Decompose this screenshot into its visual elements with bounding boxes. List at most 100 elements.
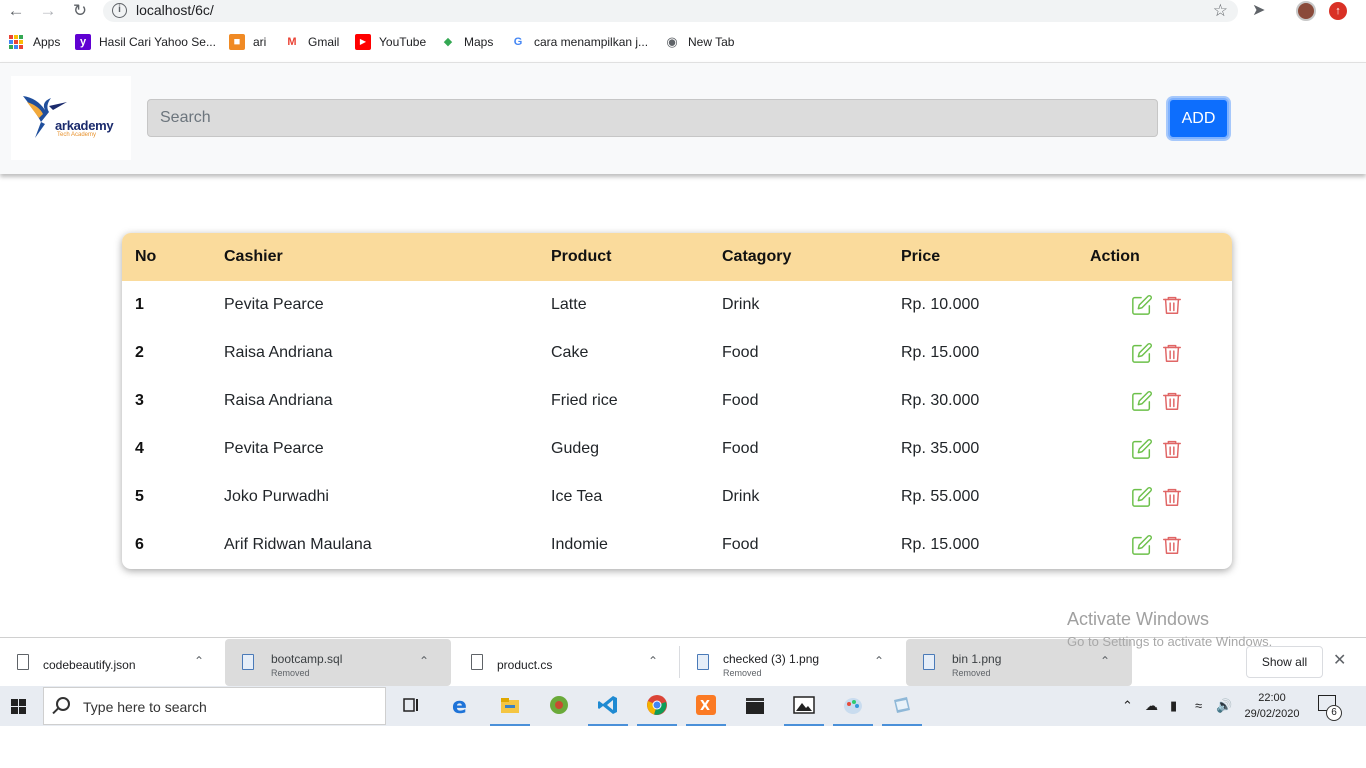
chevron-up-icon[interactable]: ⌃	[1122, 686, 1133, 726]
svg-text:X: X	[700, 699, 710, 714]
edit-icon[interactable]	[1131, 342, 1153, 364]
bookmarks-bar: Apps y Hasil Cari Yahoo Se... ■ ari M Gm…	[0, 30, 1366, 54]
bookmark-maps[interactable]: ◆ Maps	[440, 30, 494, 54]
bookmark-label: Apps	[33, 35, 61, 49]
table-row: 3 Raisa Andriana Fried rice Food Rp. 30.000	[122, 377, 1232, 425]
bookmark-youtube[interactable]: ▶ YouTube	[355, 30, 426, 54]
active-indicator	[784, 724, 824, 726]
file-icon	[242, 654, 254, 670]
taskbar-app-2[interactable]	[879, 686, 925, 726]
vscode-icon	[598, 696, 617, 714]
trash-icon[interactable]	[1161, 486, 1183, 508]
forward-icon[interactable]: →	[36, 0, 60, 22]
taskbar-paint[interactable]	[830, 686, 876, 726]
wifi-icon[interactable]: ≈	[1195, 686, 1202, 726]
apps-grid-icon	[9, 35, 23, 49]
bookmark-new-tab[interactable]: ◉ New Tab	[664, 30, 734, 54]
taskbar-xampp[interactable]: X	[683, 686, 729, 726]
chevron-up-icon[interactable]: ⌃	[194, 654, 204, 668]
cashier-table: No Cashier Product Catagory Price Action…	[122, 233, 1232, 569]
download-item[interactable]: bootcamp.sql Removed ⌃	[225, 639, 451, 686]
bookmark-ari[interactable]: ■ ari	[229, 30, 266, 54]
show-all-button[interactable]: Show all	[1246, 646, 1323, 678]
watermark-subtitle: Go to Settings to activate Windows.	[1067, 634, 1273, 649]
info-icon[interactable]: i	[112, 3, 127, 18]
logo[interactable]: arkademy Tech Academy	[11, 76, 131, 160]
address-bar[interactable]: i localhost/6c/ ☆	[103, 0, 1238, 22]
edge-icon: e	[452, 694, 467, 716]
edit-icon[interactable]	[1131, 486, 1153, 508]
network-status-icon[interactable]: ☁	[1145, 686, 1158, 726]
cell-product: Ice Tea	[551, 488, 603, 505]
download-item[interactable]: checked (3) 1.png Removed ⌃	[680, 639, 906, 686]
chevron-up-icon[interactable]: ⌃	[874, 654, 884, 668]
table-row: 2 Raisa Andriana Cake Food Rp. 15.000	[122, 329, 1232, 377]
download-item[interactable]: codebeautify.json ⌃	[0, 639, 226, 686]
edit-icon[interactable]	[1131, 438, 1153, 460]
taskbar-app[interactable]	[536, 686, 582, 726]
back-icon[interactable]: ←	[4, 0, 28, 22]
profile-avatar[interactable]	[1296, 1, 1316, 21]
trash-icon[interactable]	[1161, 534, 1183, 556]
update-icon[interactable]: ↑	[1329, 2, 1347, 20]
bookmark-star-icon[interactable]: ☆	[1213, 0, 1228, 22]
cell-product: Latte	[551, 296, 587, 313]
taskbar-search[interactable]: Type here to search	[43, 687, 386, 725]
trash-icon[interactable]	[1161, 342, 1183, 364]
taskbar-video-editor[interactable]	[732, 686, 778, 726]
table-header: No Cashier Product Catagory Price Action	[122, 233, 1232, 281]
taskbar-edge[interactable]: e	[438, 686, 484, 726]
trash-icon[interactable]	[1161, 294, 1183, 316]
taskbar-vscode[interactable]	[585, 686, 631, 726]
cell-product: Gudeg	[551, 440, 600, 457]
taskbar-chrome[interactable]	[634, 686, 680, 726]
trash-icon[interactable]	[1161, 390, 1183, 412]
notebook-icon	[894, 697, 910, 713]
notification-count-badge: 6	[1326, 705, 1342, 721]
battery-icon[interactable]: ▮	[1170, 686, 1177, 726]
file-icon	[471, 654, 483, 670]
table-row: 6 Arif Ridwan Maulana Indomie Food Rp. 15.00…	[122, 521, 1232, 569]
chevron-up-icon[interactable]: ⌃	[648, 654, 658, 668]
chevron-up-icon[interactable]: ⌃	[419, 654, 429, 668]
bookmark-google[interactable]: G cara menampilkan j...	[510, 30, 648, 54]
chevron-up-icon[interactable]: ⌃	[1100, 654, 1110, 668]
task-view-button[interactable]	[388, 686, 434, 726]
volume-icon[interactable]: 🔊	[1216, 686, 1232, 726]
download-item[interactable]: product.cs ⌃	[454, 639, 680, 686]
search-input[interactable]	[147, 99, 1158, 137]
system-clock[interactable]: 22:00 29/02/2020	[1240, 690, 1304, 722]
edit-icon[interactable]	[1131, 534, 1153, 556]
bookmark-yahoo[interactable]: y Hasil Cari Yahoo Se...	[75, 30, 216, 54]
trash-icon[interactable]	[1161, 438, 1183, 460]
search-icon	[56, 697, 70, 711]
bookmark-gmail[interactable]: M Gmail	[284, 30, 339, 54]
taskbar-explorer[interactable]	[487, 686, 533, 726]
taskbar: Type here to search e X ⌃ ☁ ▮ ≈ 🔊 22:00 …	[0, 686, 1366, 726]
add-button[interactable]: ADD	[1168, 98, 1229, 139]
clock-time: 22:00	[1258, 692, 1286, 704]
cell-price: Rp. 15.000	[901, 536, 980, 553]
cell-category: Food	[722, 344, 759, 361]
send-icon[interactable]: ➤	[1252, 0, 1265, 22]
reload-icon[interactable]: ↻	[68, 0, 92, 22]
cell-cashier: Arif Ridwan Maulana	[224, 536, 372, 553]
maps-icon: ◆	[443, 36, 453, 48]
chrome-icon	[647, 695, 667, 715]
bookmark-apps[interactable]: Apps	[9, 30, 60, 54]
bookmark-label: Gmail	[308, 35, 340, 49]
cell-category: Food	[722, 392, 759, 409]
cell-price: Rp. 30.000	[901, 392, 980, 409]
youtube-icon: ▶	[355, 34, 371, 50]
close-icon[interactable]: ✕	[1333, 650, 1346, 670]
download-name: product.cs	[497, 658, 553, 672]
bookmark-label: YouTube	[379, 35, 427, 49]
column-header-category: Catagory	[722, 248, 792, 265]
cell-no: 2	[135, 344, 144, 361]
edit-icon[interactable]	[1131, 390, 1153, 412]
image-file-icon	[923, 654, 935, 670]
file-icon	[17, 654, 29, 670]
start-button[interactable]	[0, 686, 42, 726]
taskbar-photos[interactable]	[781, 686, 827, 726]
edit-icon[interactable]	[1131, 294, 1153, 316]
